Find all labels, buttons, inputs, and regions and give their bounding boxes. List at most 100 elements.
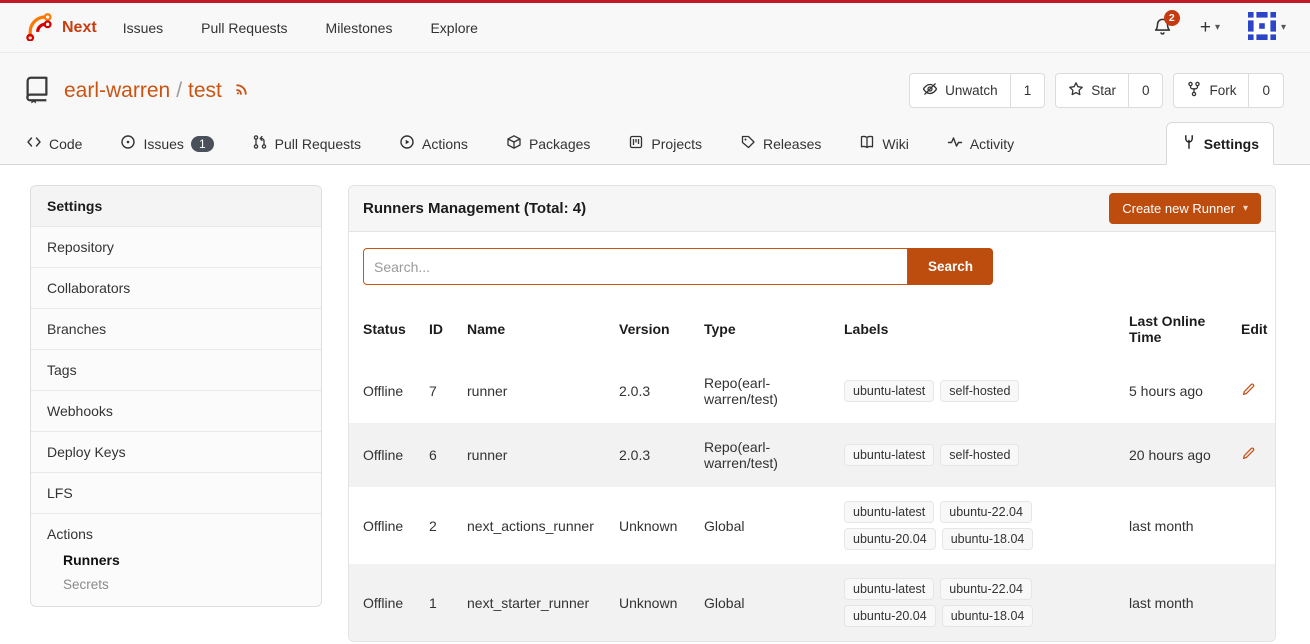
watchers-count[interactable]: 1 xyxy=(1010,74,1045,107)
label-chip: ubuntu-18.04 xyxy=(942,528,1034,550)
create-new-runner-label: Create new Runner xyxy=(1122,201,1235,216)
tab-activity[interactable]: Activity xyxy=(943,123,1018,164)
runner-status: Offline xyxy=(349,423,421,487)
project-board-icon xyxy=(628,134,644,153)
tab-label: Actions xyxy=(422,136,468,152)
label-chip: ubuntu-20.04 xyxy=(844,605,936,627)
repo-tabs: Code Issues 1 Pull Requests xyxy=(0,122,1310,165)
label-chip: ubuntu-latest xyxy=(844,380,934,402)
table-row: Offline 2 next_actions_runner Unknown Gl… xyxy=(349,487,1276,564)
star-button[interactable]: Star xyxy=(1056,74,1128,107)
sidebar-item-actions[interactable]: Actions xyxy=(47,526,305,542)
nav-link-explore[interactable]: Explore xyxy=(430,20,477,36)
tab-wiki[interactable]: Wiki xyxy=(855,123,912,164)
nav-link-pull-requests[interactable]: Pull Requests xyxy=(201,20,287,36)
sidebar-group-actions: Actions Runners Secrets xyxy=(31,513,321,606)
navbar-right: 2 + ▾ ▾ xyxy=(1153,12,1286,43)
repo-actions: Unwatch 1 Star 0 xyxy=(909,73,1284,108)
tab-actions[interactable]: Actions xyxy=(395,123,472,164)
tag-icon xyxy=(740,134,756,153)
issue-icon xyxy=(120,134,136,153)
tab-projects[interactable]: Projects xyxy=(624,123,706,164)
repo-separator: / xyxy=(176,79,182,103)
star-button-group: Star 0 xyxy=(1055,73,1163,108)
fork-label: Fork xyxy=(1209,83,1236,98)
runners-table: Status ID Name Version Type Labels Last … xyxy=(349,299,1276,641)
nav-links: Issues Pull Requests Milestones Explore xyxy=(123,20,478,36)
search-form: Search xyxy=(349,232,1275,299)
sidebar-item-secrets[interactable]: Secrets xyxy=(63,577,305,592)
sidebar-item-branches[interactable]: Branches xyxy=(31,308,321,349)
runner-id: 6 xyxy=(421,423,459,487)
notifications-button[interactable]: 2 xyxy=(1153,17,1172,39)
repo-owner-link[interactable]: earl-warren xyxy=(64,79,170,103)
col-last-online-time: Last Online Time xyxy=(1121,299,1233,359)
tab-issues[interactable]: Issues 1 xyxy=(116,123,217,164)
sidebar-item-repository[interactable]: Repository xyxy=(31,226,321,267)
col-id: ID xyxy=(421,299,459,359)
runner-name: runner xyxy=(459,359,611,423)
eye-slash-icon xyxy=(922,81,938,100)
label-chip: ubuntu-18.04 xyxy=(942,605,1034,627)
watch-button-group: Unwatch 1 xyxy=(909,73,1045,108)
sidebar-item-webhooks[interactable]: Webhooks xyxy=(31,390,321,431)
tab-code[interactable]: Code xyxy=(22,123,86,164)
runner-last-online: 5 hours ago xyxy=(1121,359,1233,423)
forgejo-logo-icon xyxy=(24,11,54,44)
runner-version: Unknown xyxy=(611,564,696,641)
chevron-down-icon: ▾ xyxy=(1281,22,1286,33)
brand[interactable]: Next xyxy=(24,11,97,44)
play-circle-icon xyxy=(399,134,415,153)
label-chip: ubuntu-22.04 xyxy=(940,501,1032,523)
runner-name: runner xyxy=(459,423,611,487)
tab-label: Releases xyxy=(763,136,821,152)
runner-id: 7 xyxy=(421,359,459,423)
user-menu-button[interactable]: ▾ xyxy=(1248,12,1286,43)
tab-packages[interactable]: Packages xyxy=(502,123,594,164)
search-input[interactable] xyxy=(363,248,908,285)
edit-runner-button[interactable] xyxy=(1233,359,1276,423)
runner-id: 1 xyxy=(421,564,459,641)
label-chip: self-hosted xyxy=(940,444,1019,466)
create-menu-button[interactable]: + ▾ xyxy=(1200,18,1220,37)
runner-status: Offline xyxy=(349,359,421,423)
book-icon xyxy=(859,134,875,153)
runner-type: Global xyxy=(696,564,836,641)
pencil-icon xyxy=(1241,446,1256,464)
fork-button[interactable]: Fork xyxy=(1174,74,1248,107)
sidebar-item-tags[interactable]: Tags xyxy=(31,349,321,390)
runner-name: next_actions_runner xyxy=(459,487,611,564)
runner-type: Repo(earl-warren/test) xyxy=(696,359,836,423)
runner-version: 2.0.3 xyxy=(611,359,696,423)
sidebar-actions-sublist: Runners Secrets xyxy=(63,552,305,592)
sidebar-item-deploy-keys[interactable]: Deploy Keys xyxy=(31,431,321,472)
label-chip: ubuntu-22.04 xyxy=(940,578,1032,600)
nav-link-issues[interactable]: Issues xyxy=(123,20,163,36)
sidebar-item-runners[interactable]: Runners xyxy=(63,552,305,568)
tab-pull-requests[interactable]: Pull Requests xyxy=(248,123,365,164)
tab-label: Projects xyxy=(651,136,702,152)
runner-labels: ubuntu-latest ubuntu-22.04 ubuntu-20.04 … xyxy=(844,501,1044,550)
unwatch-button[interactable]: Unwatch xyxy=(910,74,1010,107)
repo-name-link[interactable]: test xyxy=(188,79,222,103)
stars-count[interactable]: 0 xyxy=(1128,74,1163,107)
create-new-runner-button[interactable]: Create new Runner ▾ xyxy=(1109,193,1261,224)
table-header-row: Status ID Name Version Type Labels Last … xyxy=(349,299,1276,359)
tools-icon xyxy=(1181,134,1197,153)
runner-type: Repo(earl-warren/test) xyxy=(696,423,836,487)
issues-count-badge: 1 xyxy=(191,136,214,152)
forks-count[interactable]: 0 xyxy=(1248,74,1283,107)
sidebar-item-collaborators[interactable]: Collaborators xyxy=(31,267,321,308)
search-button[interactable]: Search xyxy=(908,248,993,285)
runner-last-online: last month xyxy=(1121,564,1233,641)
edit-runner-button[interactable] xyxy=(1233,423,1276,487)
tab-settings[interactable]: Settings xyxy=(1166,122,1274,165)
label-chip: self-hosted xyxy=(940,380,1019,402)
nav-link-milestones[interactable]: Milestones xyxy=(326,20,393,36)
pull-request-icon xyxy=(252,134,268,153)
rss-icon[interactable] xyxy=(234,79,251,103)
sidebar-item-lfs[interactable]: LFS xyxy=(31,472,321,513)
tab-releases[interactable]: Releases xyxy=(736,123,825,164)
runner-version: 2.0.3 xyxy=(611,423,696,487)
runner-last-online: last month xyxy=(1121,487,1233,564)
